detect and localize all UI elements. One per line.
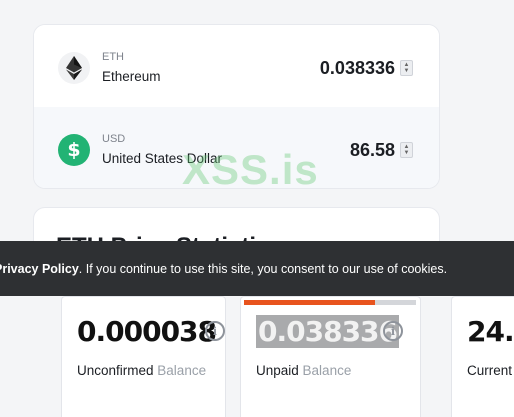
usd-amount-spinner[interactable]: ▲ ▼ — [400, 142, 413, 158]
info-icon[interactable]: i — [205, 321, 225, 341]
unpaid-balance-value: 0.038336 — [256, 315, 400, 348]
unpaid-balance-label: Unpaid Balance — [256, 363, 351, 378]
current-hashrate-panel: 24.2 Current — [451, 296, 514, 417]
eth-name: Ethereum — [102, 69, 161, 84]
current-label: Current — [467, 363, 512, 378]
unconfirmed-balance-panel: 0.000038 i Unconfirmed Balance — [61, 296, 226, 417]
info-icon[interactable]: i — [383, 321, 403, 341]
privacy-policy-link[interactable]: Privacy Policy — [0, 262, 79, 276]
chevron-down-icon[interactable]: ▼ — [404, 150, 410, 156]
dollar-icon: $ — [58, 134, 90, 166]
label-main: Current — [467, 363, 513, 378]
usd-amount-input[interactable]: 86.58 — [350, 140, 395, 161]
cookie-consent-text: . If you continue to use this site, you … — [78, 261, 448, 276]
payout-progress-bar — [244, 300, 416, 305]
label-main: Unpaid — [256, 363, 299, 378]
eth-amount-spinner[interactable]: ▲ ▼ — [400, 60, 413, 76]
label-secondary: Balance — [302, 363, 352, 378]
unpaid-balance-panel: 0.038336 i Unpaid Balance — [240, 296, 421, 417]
payout-progress-fill — [244, 300, 375, 305]
cookie-banner-text: Privacy Policy. If you continue to use t… — [0, 262, 447, 276]
eth-ticker: ETH — [102, 51, 124, 63]
cookie-banner: Privacy Policy. If you continue to use t… — [0, 241, 514, 296]
ethereum-icon — [58, 52, 90, 84]
unconfirmed-balance-value: 0.000038 — [77, 315, 217, 348]
label-secondary: Balance — [157, 363, 207, 378]
eth-amount-input[interactable]: 0.038336 — [320, 58, 395, 79]
label-main: Unconfirmed — [77, 363, 154, 378]
unconfirmed-balance-label: Unconfirmed Balance — [77, 363, 206, 378]
chevron-down-icon[interactable]: ▼ — [404, 68, 410, 74]
converter-row-eth: ETH Ethereum 0.038336 ▲ ▼ — [34, 25, 439, 107]
current-value: 24.2 — [467, 315, 514, 348]
watermark: XSS.is — [182, 146, 319, 193]
usd-ticker: USD — [102, 133, 126, 145]
